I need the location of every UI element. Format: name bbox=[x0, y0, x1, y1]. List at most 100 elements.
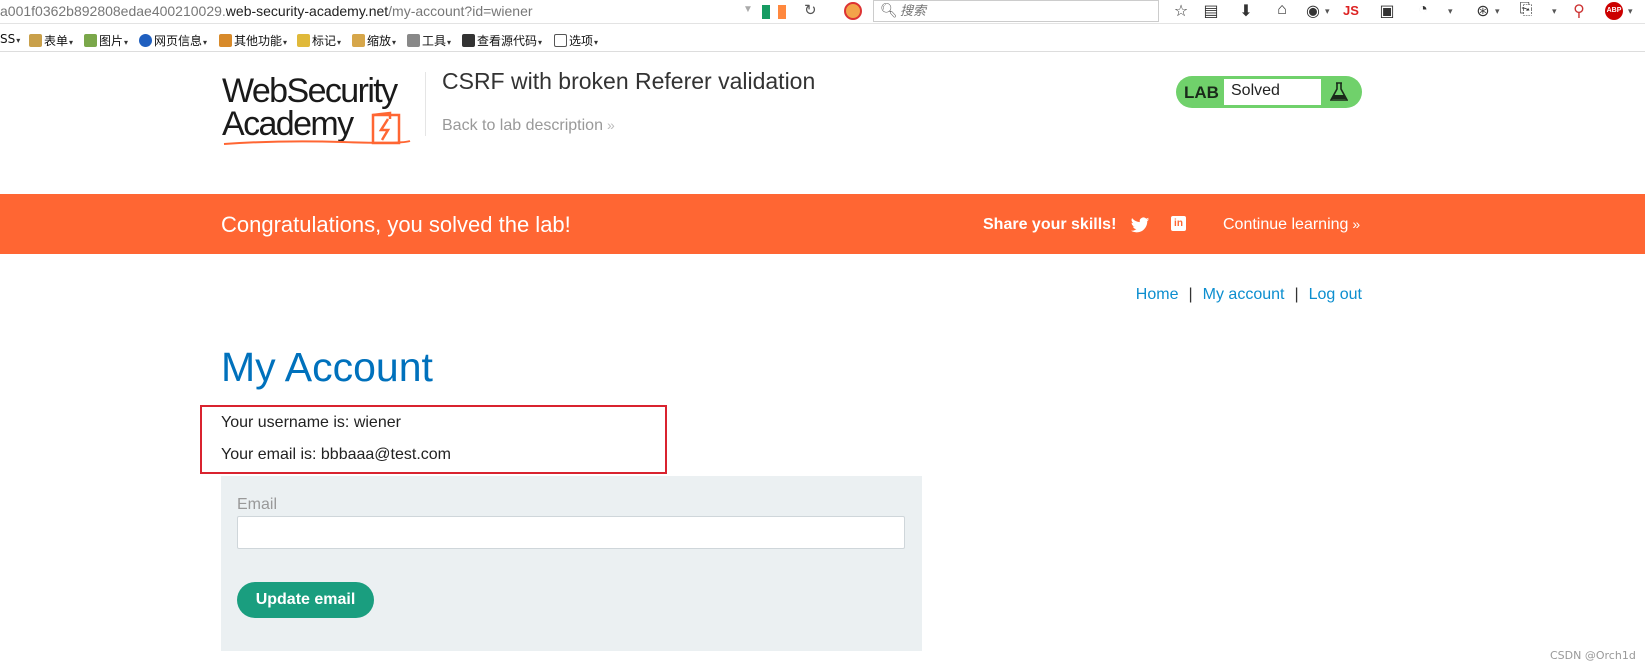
menu-item-label: 标记 bbox=[312, 34, 337, 48]
watermark: CSDN @Orch1d bbox=[1550, 649, 1636, 662]
home-icon[interactable]: ⌂ bbox=[1271, 1, 1293, 19]
continue-learning-label: Continue learning bbox=[1223, 216, 1349, 233]
menu-item-label: 网页信息 bbox=[154, 34, 203, 48]
chevron-down-icon: ▾ bbox=[538, 38, 543, 47]
browser-search-box[interactable]: 🔍︎ bbox=[873, 0, 1159, 22]
browser-url-bar: a001f0362b892808edae400210029.web-securi… bbox=[0, 0, 1645, 24]
menu-item-label: SS bbox=[0, 32, 16, 46]
page-title: My Account bbox=[221, 344, 433, 390]
page-icon[interactable]: ⎘ bbox=[1515, 1, 1537, 19]
lab-status-value: Solved bbox=[1224, 79, 1321, 105]
bookmark-star-icon[interactable]: ☆ bbox=[1170, 1, 1192, 21]
chevron-down-icon[interactable]: ▾ bbox=[1628, 6, 1633, 17]
chevron-down-icon: ▾ bbox=[283, 38, 288, 47]
globe-icon[interactable]: ◉ bbox=[1302, 1, 1324, 21]
chevron-down-icon[interactable]: ▾ bbox=[1495, 6, 1500, 17]
nav-log-out-link[interactable]: Log out bbox=[1309, 286, 1362, 303]
url-host: web-security-academy.net bbox=[225, 3, 389, 19]
chevron-down-icon: ▾ bbox=[16, 36, 21, 45]
reading-list-icon[interactable]: ▤ bbox=[1200, 1, 1222, 21]
double-chevron-right-icon: » bbox=[606, 117, 615, 133]
nav-my-account-link[interactable]: My account bbox=[1203, 286, 1285, 303]
lab-status-widget: LAB Solved bbox=[1176, 76, 1362, 108]
chevron-down-icon[interactable]: ▾ bbox=[1325, 6, 1330, 17]
chevron-down-icon: ▾ bbox=[203, 38, 208, 47]
email-field[interactable] bbox=[237, 516, 905, 549]
browser-search-input[interactable] bbox=[900, 3, 1150, 19]
menu-item-label: 缩放 bbox=[367, 34, 392, 48]
download-icon[interactable]: ⬇ bbox=[1235, 1, 1257, 21]
url-history-dropdown-icon[interactable]: ▼ bbox=[743, 4, 753, 15]
menu-item-label: 图片 bbox=[99, 34, 124, 48]
menu-item-forms[interactable]: 表单▾ bbox=[29, 32, 73, 49]
menu-item-page-info[interactable]: 网页信息▾ bbox=[139, 32, 207, 49]
palette-icon[interactable]: ◔ bbox=[1412, 1, 1434, 19]
menu-item-label: 其他功能 bbox=[234, 34, 283, 48]
url-path: /my-account?id=wiener bbox=[388, 3, 533, 19]
logo-line-2: Academy bbox=[222, 105, 354, 143]
chevron-down-icon: ▾ bbox=[69, 38, 74, 47]
stack-icon[interactable]: ⊛ bbox=[1472, 1, 1494, 21]
adblock-icon[interactable]: ABP bbox=[1605, 2, 1623, 20]
lab-status-label: LAB bbox=[1184, 83, 1219, 102]
menu-item-other-functions[interactable]: 其他功能▾ bbox=[219, 32, 287, 49]
extension-menu-bar: SS▾ 表单▾ 图片▾ 网页信息▾ 其他功能▾ 标记▾ 缩放▾ 工具▾ 查看源代… bbox=[0, 28, 1645, 52]
menu-item-view-source[interactable]: 查看源代码▾ bbox=[462, 32, 542, 49]
zoom-search-icon[interactable]: ⚲ bbox=[1568, 1, 1590, 21]
nav-separator: | bbox=[1294, 286, 1299, 303]
chevron-down-icon: ▾ bbox=[337, 38, 342, 47]
pencil-icon bbox=[297, 34, 310, 47]
logo-swoosh bbox=[223, 140, 411, 145]
info-icon bbox=[139, 34, 152, 47]
terminal-icon bbox=[462, 34, 475, 47]
image-toggle-icon[interactable]: ▣ bbox=[1376, 1, 1398, 21]
form-icon bbox=[29, 34, 42, 47]
menu-item-zoom[interactable]: 缩放▾ bbox=[352, 32, 396, 49]
double-chevron-right-icon: » bbox=[1352, 216, 1361, 232]
top-navigation: Home | My account | Log out bbox=[1136, 286, 1362, 304]
lab-title: CSRF with broken Referer validation bbox=[442, 68, 816, 94]
menu-item-tools[interactable]: 工具▾ bbox=[407, 32, 451, 49]
nav-home-link[interactable]: Home bbox=[1136, 286, 1179, 303]
email-field-label: Email bbox=[237, 496, 278, 513]
header-divider bbox=[425, 72, 426, 136]
menu-item-images[interactable]: 图片▾ bbox=[84, 32, 128, 49]
chevron-down-icon: ▾ bbox=[447, 38, 452, 47]
back-link-label: Back to lab description bbox=[442, 117, 603, 134]
address-bar[interactable]: a001f0362b892808edae400210029.web-securi… bbox=[0, 3, 533, 19]
chevron-down-icon[interactable]: ▾ bbox=[1448, 6, 1453, 17]
update-email-button[interactable]: Update email bbox=[237, 582, 374, 618]
web-security-academy-logo[interactable]: WebSecurity Academy bbox=[222, 74, 426, 146]
nav-separator: | bbox=[1188, 286, 1193, 303]
ruler-icon bbox=[352, 34, 365, 47]
logo-line-1: WebSecurity bbox=[222, 72, 398, 110]
menu-item-label: 选项 bbox=[569, 34, 594, 48]
url-prefix: a001f0362b892808edae400210029. bbox=[0, 3, 226, 19]
tools-icon bbox=[407, 34, 420, 47]
chevron-down-icon: ▾ bbox=[124, 38, 129, 47]
noscript-icon[interactable] bbox=[844, 2, 862, 20]
username-info: Your username is: wiener bbox=[221, 414, 401, 431]
menu-item-options[interactable]: 选项▾ bbox=[554, 32, 598, 49]
function-icon bbox=[219, 34, 232, 47]
menu-item-mark[interactable]: 标记▾ bbox=[297, 32, 341, 49]
javascript-toggle-icon[interactable]: JS bbox=[1343, 3, 1359, 18]
menu-item-label: 工具 bbox=[422, 34, 447, 48]
options-icon bbox=[554, 34, 567, 47]
email-info: Your email is: bbbaaa@test.com bbox=[221, 446, 451, 463]
back-to-lab-description-link[interactable]: Back to lab description» bbox=[442, 117, 615, 135]
change-email-form: Email Update email bbox=[221, 476, 922, 651]
share-skills-label: Share your skills! bbox=[983, 216, 1117, 233]
chevron-down-icon: ▾ bbox=[594, 38, 599, 47]
reload-icon[interactable]: ↻ bbox=[804, 1, 817, 19]
chevron-down-icon[interactable]: ▾ bbox=[1552, 6, 1557, 17]
menu-item-ss[interactable]: SS▾ bbox=[0, 32, 20, 46]
flask-icon bbox=[1330, 82, 1348, 101]
twitter-icon[interactable] bbox=[1130, 217, 1150, 234]
continue-learning-link[interactable]: Continue learning» bbox=[1223, 216, 1360, 234]
linkedin-icon[interactable]: in bbox=[1171, 216, 1186, 231]
country-flag-icon[interactable] bbox=[762, 5, 786, 19]
menu-item-label: 查看源代码 bbox=[477, 34, 538, 48]
search-icon: 🔍︎ bbox=[880, 2, 898, 18]
chevron-down-icon: ▾ bbox=[392, 38, 397, 47]
